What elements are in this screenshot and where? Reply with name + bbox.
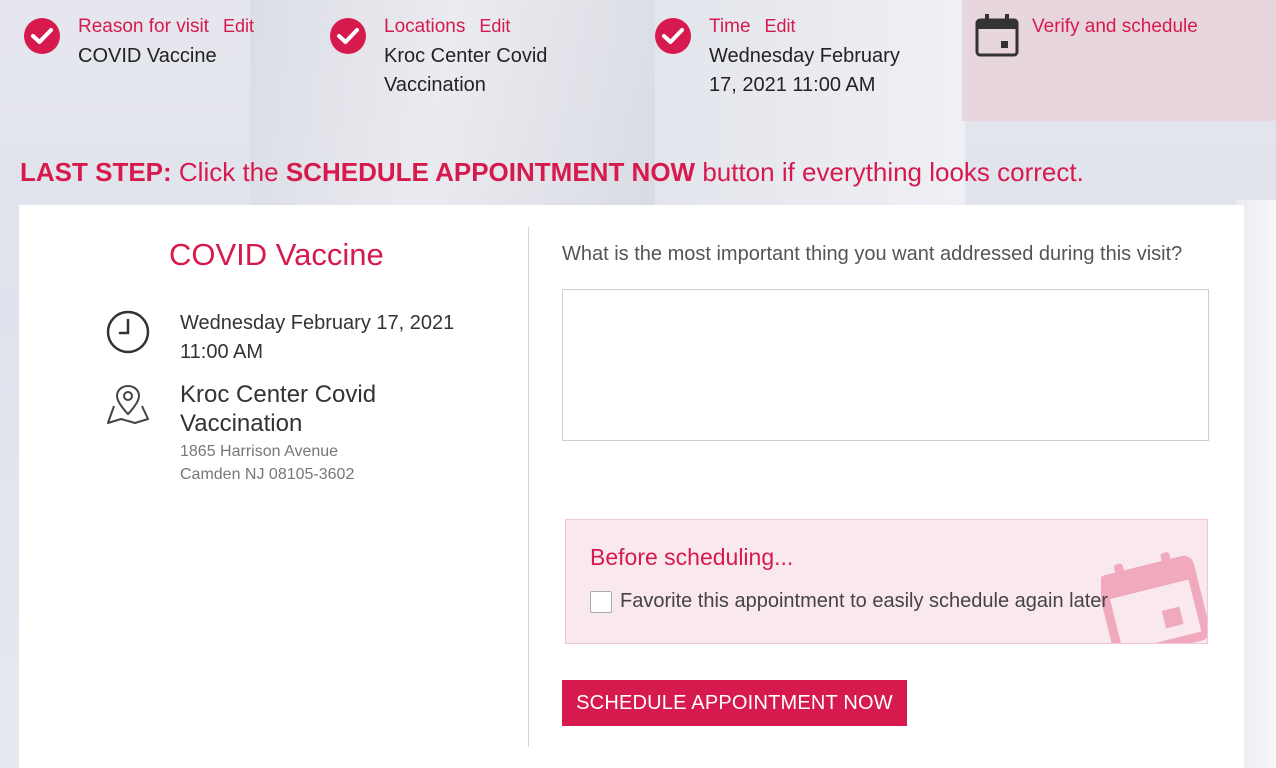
clock-icon — [105, 309, 151, 360]
instruction-pre: Click the — [171, 157, 286, 187]
step-title-label: Time — [709, 16, 751, 37]
step-title: Time Edit — [709, 16, 796, 38]
step-verify-current: Verify and schedule — [962, 0, 1276, 121]
instruction-text: LAST STEP: Click the SCHEDULE APPOINTMEN… — [20, 157, 1084, 188]
progress-steps: Reason for visit Edit COVID Vaccine Locat… — [0, 0, 1276, 121]
step-title: Locations Edit — [384, 16, 510, 38]
visit-title: COVID Vaccine — [169, 237, 384, 272]
address-line: Camden NJ 08105-3602 — [180, 466, 355, 483]
step-title: Reason for visit Edit — [78, 16, 254, 38]
favorite-label[interactable]: Favorite this appointment to easily sche… — [620, 590, 1108, 613]
step-time: Time Edit Wednesday February 17, 2021 11:… — [655, 0, 955, 121]
calendar-icon — [1097, 550, 1207, 643]
column-divider — [528, 227, 529, 747]
edit-location-link[interactable]: Edit — [479, 16, 510, 36]
instruction-emphasis: SCHEDULE APPOINTMENT NOW — [285, 157, 696, 187]
before-scheduling-panel: Before scheduling... Favorite this appoi… — [565, 519, 1208, 644]
edit-reason-link[interactable]: Edit — [223, 16, 254, 36]
step-location: Locations Edit Kroc Center Covid Vaccinat… — [330, 0, 630, 121]
appointment-datetime: Wednesday February 17, 2021 11:00 AM — [180, 309, 454, 367]
appointment-card: COVID Vaccine Wednesday February 17, 202… — [19, 205, 1244, 768]
step-value: Kroc Center Covid Vaccination — [384, 45, 548, 96]
instruction-lead: LAST STEP: — [20, 157, 172, 187]
favorite-row: Favorite this appointment to easily sche… — [590, 590, 1108, 613]
step-title: Verify and schedule — [1032, 16, 1198, 37]
step-title-label: Reason for visit — [78, 16, 209, 37]
location-name: Kroc Center Covid Vaccination — [180, 381, 377, 437]
map-pin-icon — [105, 382, 151, 433]
check-icon — [24, 18, 60, 54]
check-icon — [330, 18, 366, 54]
calendar-icon — [974, 12, 1020, 63]
step-reason: Reason for visit Edit COVID Vaccine — [24, 0, 314, 121]
visit-reason-textarea[interactable] — [562, 289, 1209, 441]
appointment-time: 11:00 AM — [180, 341, 264, 363]
location-address: 1865 Harrison Avenue Camden NJ 08105-360… — [180, 440, 354, 486]
before-scheduling-title: Before scheduling... — [590, 544, 794, 570]
appointment-date: Wednesday February 17, 2021 — [180, 312, 455, 334]
question-label: What is the most important thing you wan… — [562, 243, 1183, 265]
edit-time-link[interactable]: Edit — [765, 16, 796, 36]
step-value: Wednesday February 17, 2021 11:00 AM — [709, 45, 900, 96]
instruction-post: button if everything looks correct. — [695, 157, 1084, 187]
check-icon — [655, 18, 691, 54]
favorite-checkbox[interactable] — [590, 590, 612, 613]
address-line: 1865 Harrison Avenue — [180, 443, 339, 460]
step-value: COVID Vaccine — [78, 45, 217, 67]
step-title-label: Locations — [384, 16, 466, 37]
schedule-appointment-button[interactable]: SCHEDULE APPOINTMENT NOW — [562, 680, 907, 726]
